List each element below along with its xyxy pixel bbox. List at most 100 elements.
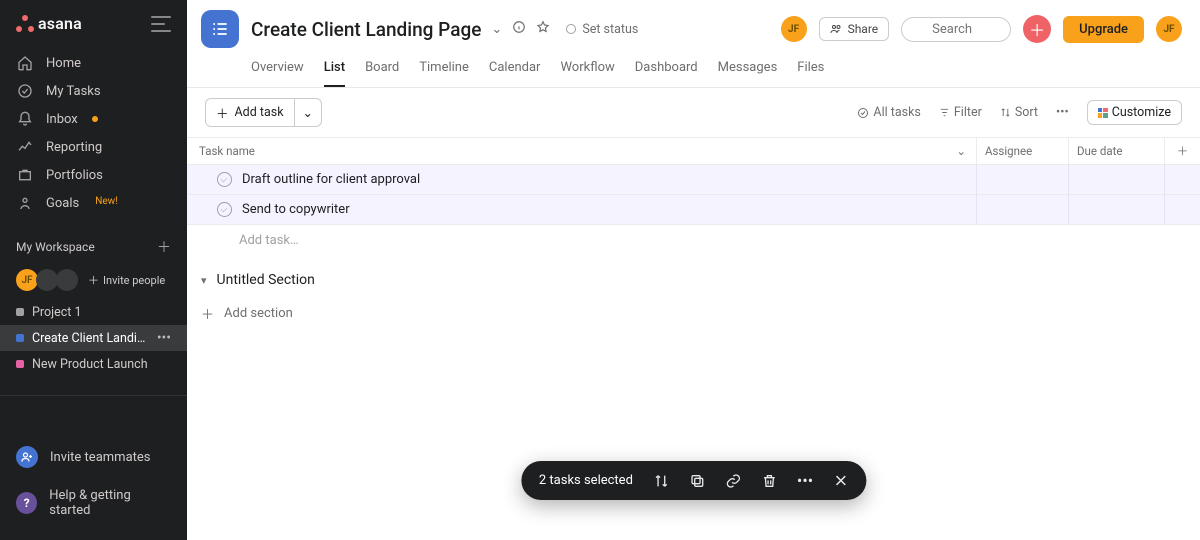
copy-tasks-icon[interactable]: [689, 473, 705, 489]
invite-teammates-button[interactable]: Invite teammates: [0, 436, 187, 478]
task-row[interactable]: Draft outline for client approval: [187, 165, 1200, 195]
sidebar-item-portfolios[interactable]: Portfolios: [0, 161, 187, 189]
cell-assignee[interactable]: [976, 165, 1068, 194]
project-title: Create Client Landing Page: [251, 18, 481, 41]
asana-logo-icon: [16, 15, 34, 33]
project-item-active[interactable]: Create Client Landin… •••: [0, 325, 187, 351]
add-section-button[interactable]: ＋ Add section: [187, 298, 1200, 331]
project-item[interactable]: New Product Launch •••: [0, 351, 187, 377]
search-input[interactable]: [901, 17, 1011, 42]
notification-dot-icon: [92, 116, 98, 122]
info-icon[interactable]: [512, 20, 526, 38]
project-more-icon[interactable]: •••: [157, 330, 171, 346]
star-icon[interactable]: [536, 20, 550, 38]
more-actions-icon[interactable]: •••: [1056, 105, 1069, 120]
tab-list[interactable]: List: [324, 54, 345, 87]
upgrade-button[interactable]: Upgrade: [1063, 16, 1144, 43]
tab-overview[interactable]: Overview: [251, 54, 304, 87]
tab-files[interactable]: Files: [797, 54, 824, 87]
set-status-button[interactable]: Set status: [566, 22, 638, 37]
header-right: JF Share ＋ Upgrade JF: [781, 15, 1182, 43]
section-collapse-icon[interactable]: ▾: [201, 274, 207, 287]
complete-task-icon[interactable]: [217, 172, 232, 187]
project-name: Project 1: [32, 305, 149, 320]
sidebar-item-inbox[interactable]: Inbox: [0, 105, 187, 133]
sidebar-item-goals[interactable]: Goals New!: [0, 189, 187, 217]
omni-create-button[interactable]: ＋: [1023, 15, 1051, 43]
link-tasks-icon[interactable]: [725, 473, 741, 489]
task-row[interactable]: Send to copywriter: [187, 195, 1200, 225]
add-task-split-button: ＋ Add task ⌄: [205, 98, 322, 127]
user-avatar[interactable]: JF: [1156, 16, 1182, 42]
nav-label: Inbox: [46, 112, 78, 127]
workspace-label: My Workspace: [16, 240, 95, 254]
sidebar-item-reporting[interactable]: Reporting: [0, 133, 187, 161]
chevron-down-icon[interactable]: ⌄: [491, 22, 502, 37]
add-task-button[interactable]: ＋ Add task: [205, 98, 295, 127]
share-button[interactable]: Share: [819, 17, 890, 41]
project-chip-icon[interactable]: [201, 10, 239, 48]
task-name: Send to copywriter: [242, 202, 350, 217]
col-assignee[interactable]: Assignee: [976, 138, 1068, 164]
more-selection-icon[interactable]: •••: [797, 471, 813, 490]
cell-assignee[interactable]: [976, 195, 1068, 224]
add-column-button[interactable]: ＋: [1164, 138, 1200, 164]
share-label: Share: [848, 22, 879, 36]
section-row[interactable]: ▾ Untitled Section: [187, 256, 1200, 298]
portfolio-icon: [16, 167, 34, 183]
member-avatar[interactable]: JF: [16, 269, 38, 291]
help-button[interactable]: ? Help & getting started: [0, 478, 187, 528]
asana-logo-text: asana: [38, 14, 82, 33]
all-tasks-filter[interactable]: All tasks: [857, 105, 920, 120]
col-due-date[interactable]: Due date: [1068, 138, 1164, 164]
tab-board[interactable]: Board: [365, 54, 399, 87]
col-task-name[interactable]: Task name ⌄: [187, 138, 976, 164]
move-tasks-icon[interactable]: [653, 473, 669, 489]
add-workspace-icon[interactable]: ＋: [157, 237, 171, 257]
workspace-members: JF ＋ Invite people: [0, 265, 187, 299]
tab-workflow[interactable]: Workflow: [560, 54, 614, 87]
project-item[interactable]: Project 1 •••: [0, 299, 187, 325]
search-wrap: [901, 17, 1011, 42]
sidebar-item-mytasks[interactable]: My Tasks: [0, 77, 187, 105]
sort-button[interactable]: Sort: [1000, 105, 1038, 120]
plus-icon: ＋: [201, 304, 214, 323]
people-icon: [830, 23, 842, 35]
sidebar-nav: Home My Tasks Inbox Reporting: [0, 43, 187, 223]
delete-tasks-icon[interactable]: [761, 473, 777, 489]
sidebar-bottom: Invite teammates ? Help & getting starte…: [0, 428, 187, 540]
cell-due[interactable]: [1068, 195, 1164, 224]
nav-label: Portfolios: [46, 168, 103, 183]
add-task-dropdown[interactable]: ⌄: [295, 98, 322, 127]
plus-icon: ＋: [88, 272, 99, 288]
tab-calendar[interactable]: Calendar: [489, 54, 541, 87]
member-avatar[interactable]: JF: [781, 16, 807, 42]
project-color-icon: [16, 334, 24, 342]
add-task-row[interactable]: Add task…: [187, 225, 1200, 256]
cell-due[interactable]: [1068, 165, 1164, 194]
sidebar-top: asana: [0, 0, 187, 43]
project-name: Create Client Landin…: [32, 331, 149, 346]
customize-button[interactable]: Customize: [1087, 100, 1182, 125]
main: Create Client Landing Page ⌄ Set status …: [187, 0, 1200, 540]
project-header: Create Client Landing Page ⌄ Set status …: [187, 0, 1200, 88]
plus-icon: ＋: [216, 103, 229, 122]
close-selection-icon[interactable]: [833, 473, 848, 488]
asana-logo[interactable]: asana: [16, 14, 82, 33]
complete-task-icon[interactable]: [217, 202, 232, 217]
chevron-down-icon[interactable]: ⌄: [956, 144, 966, 158]
cell-pad: [1164, 195, 1200, 224]
tab-timeline[interactable]: Timeline: [419, 54, 469, 87]
filter-button[interactable]: Filter: [939, 105, 982, 120]
sidebar-collapse-icon[interactable]: [151, 16, 171, 32]
sidebar-item-home[interactable]: Home: [0, 49, 187, 77]
invite-people-link[interactable]: ＋ Invite people: [88, 272, 165, 288]
project-list: Project 1 ••• Create Client Landin… ••• …: [0, 299, 187, 385]
sort-label: Sort: [1015, 105, 1038, 120]
tab-dashboard[interactable]: Dashboard: [635, 54, 698, 87]
workspace-header: My Workspace ＋: [0, 223, 187, 265]
member-placeholder-icon: [56, 269, 78, 291]
sort-icon: [1000, 107, 1011, 118]
goals-icon: [16, 195, 34, 211]
tab-messages[interactable]: Messages: [718, 54, 778, 87]
